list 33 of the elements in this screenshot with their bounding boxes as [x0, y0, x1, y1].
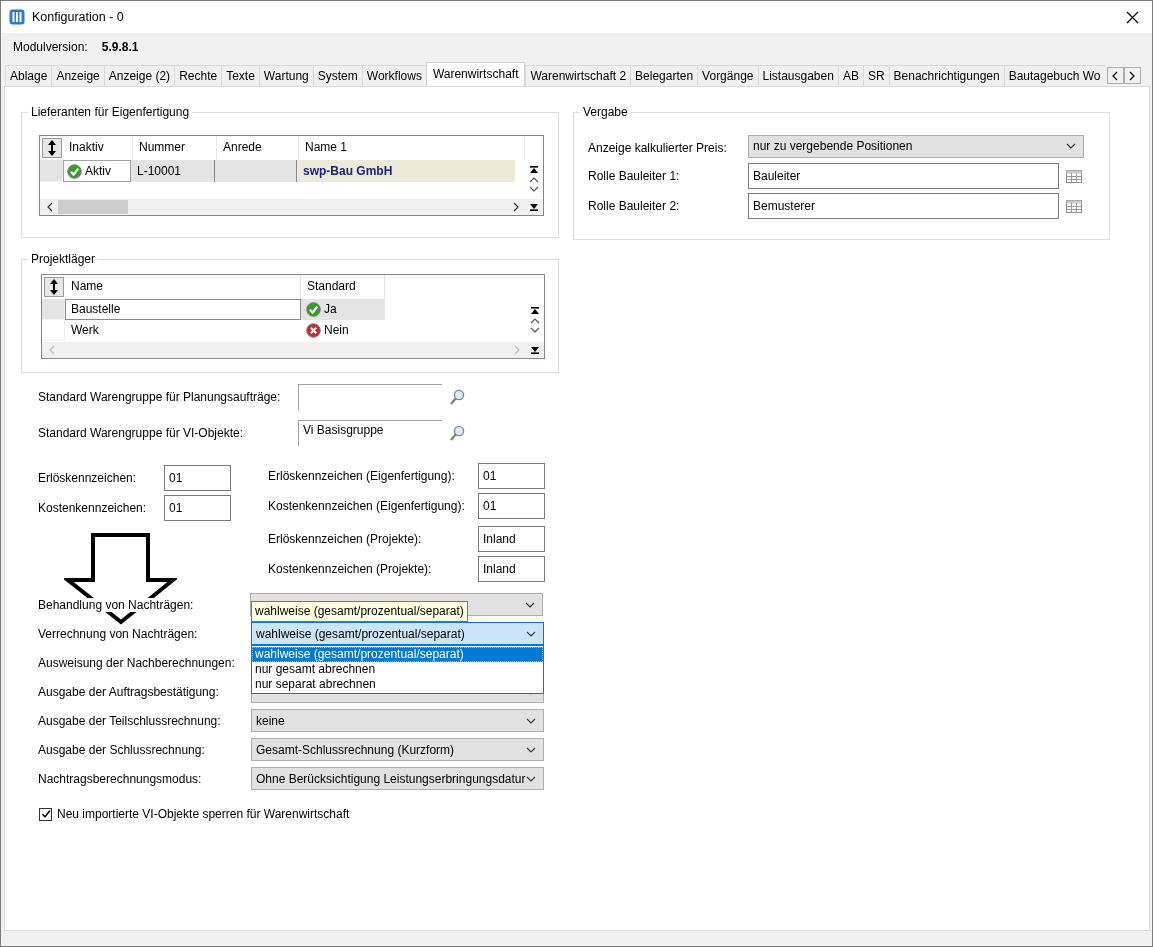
- field-label: Standard Warengruppe für VI-Objekte:: [38, 426, 244, 440]
- field-label: Kostenkennzeichen (Eigenfertigung):: [268, 499, 466, 513]
- version-value: 5.9.8.1: [101, 40, 139, 54]
- group-title: Projektläger: [28, 252, 99, 266]
- window-title: Konfiguration - 0: [32, 10, 125, 24]
- field-label: Behandlung von Nachträgen:: [38, 597, 194, 612]
- field-label: Kostenkennzeichen:: [38, 501, 148, 515]
- table-cell: Baustelle: [65, 299, 301, 320]
- field-label: Nachtragsberechnungsmodus:: [38, 771, 203, 786]
- field-label: Modulversion:: [13, 40, 88, 54]
- table-cell: L-10001: [131, 160, 215, 182]
- cell-text: Nein: [324, 322, 349, 339]
- cell-text: Ja: [324, 301, 337, 318]
- field-label: Erlöskennzeichen:: [38, 471, 138, 485]
- field-label: Ausgabe der Auftragsbestätigung:: [38, 684, 220, 699]
- field-label: Erlöskennzeichen (Eigenfertigung):: [268, 469, 456, 483]
- table-cell-text: Werk: [70, 322, 100, 339]
- table-cell: swp-Bau GmbH: [297, 160, 515, 182]
- field-label: Erlöskennzeichen (Projekte):: [268, 532, 423, 546]
- tooltip: wahlweise (gesamt/prozentual/separat): [251, 601, 468, 622]
- group-title: Vergabe: [580, 105, 631, 119]
- cell-text: Aktiv: [85, 162, 111, 180]
- field-label: Ausgabe der Teilschlussrechnung:: [38, 713, 222, 728]
- checkbox-label: Neu importierte VI-Objekte sperren für Warenwirtschaft: [57, 807, 350, 821]
- field-label: Rolle Bauleiter 2:: [588, 199, 681, 213]
- field-label: Standard Warengruppe für Planungsaufträge:: [38, 390, 282, 404]
- field-label: Verrechnung von Nachträgen:: [38, 626, 199, 641]
- field-label: Anzeige kalkulierter Preis:: [588, 140, 728, 155]
- field-label: Rolle Bauleiter 1:: [588, 169, 681, 183]
- field-label: Ausweisung der Nachberechnungen:: [38, 655, 236, 670]
- field-label: Kostenkennzeichen (Projekte):: [268, 562, 433, 576]
- field-label: Ausgabe der Schlussrechnung:: [38, 742, 206, 757]
- group-title: Lieferanten für Eigenfertigung: [28, 105, 193, 119]
